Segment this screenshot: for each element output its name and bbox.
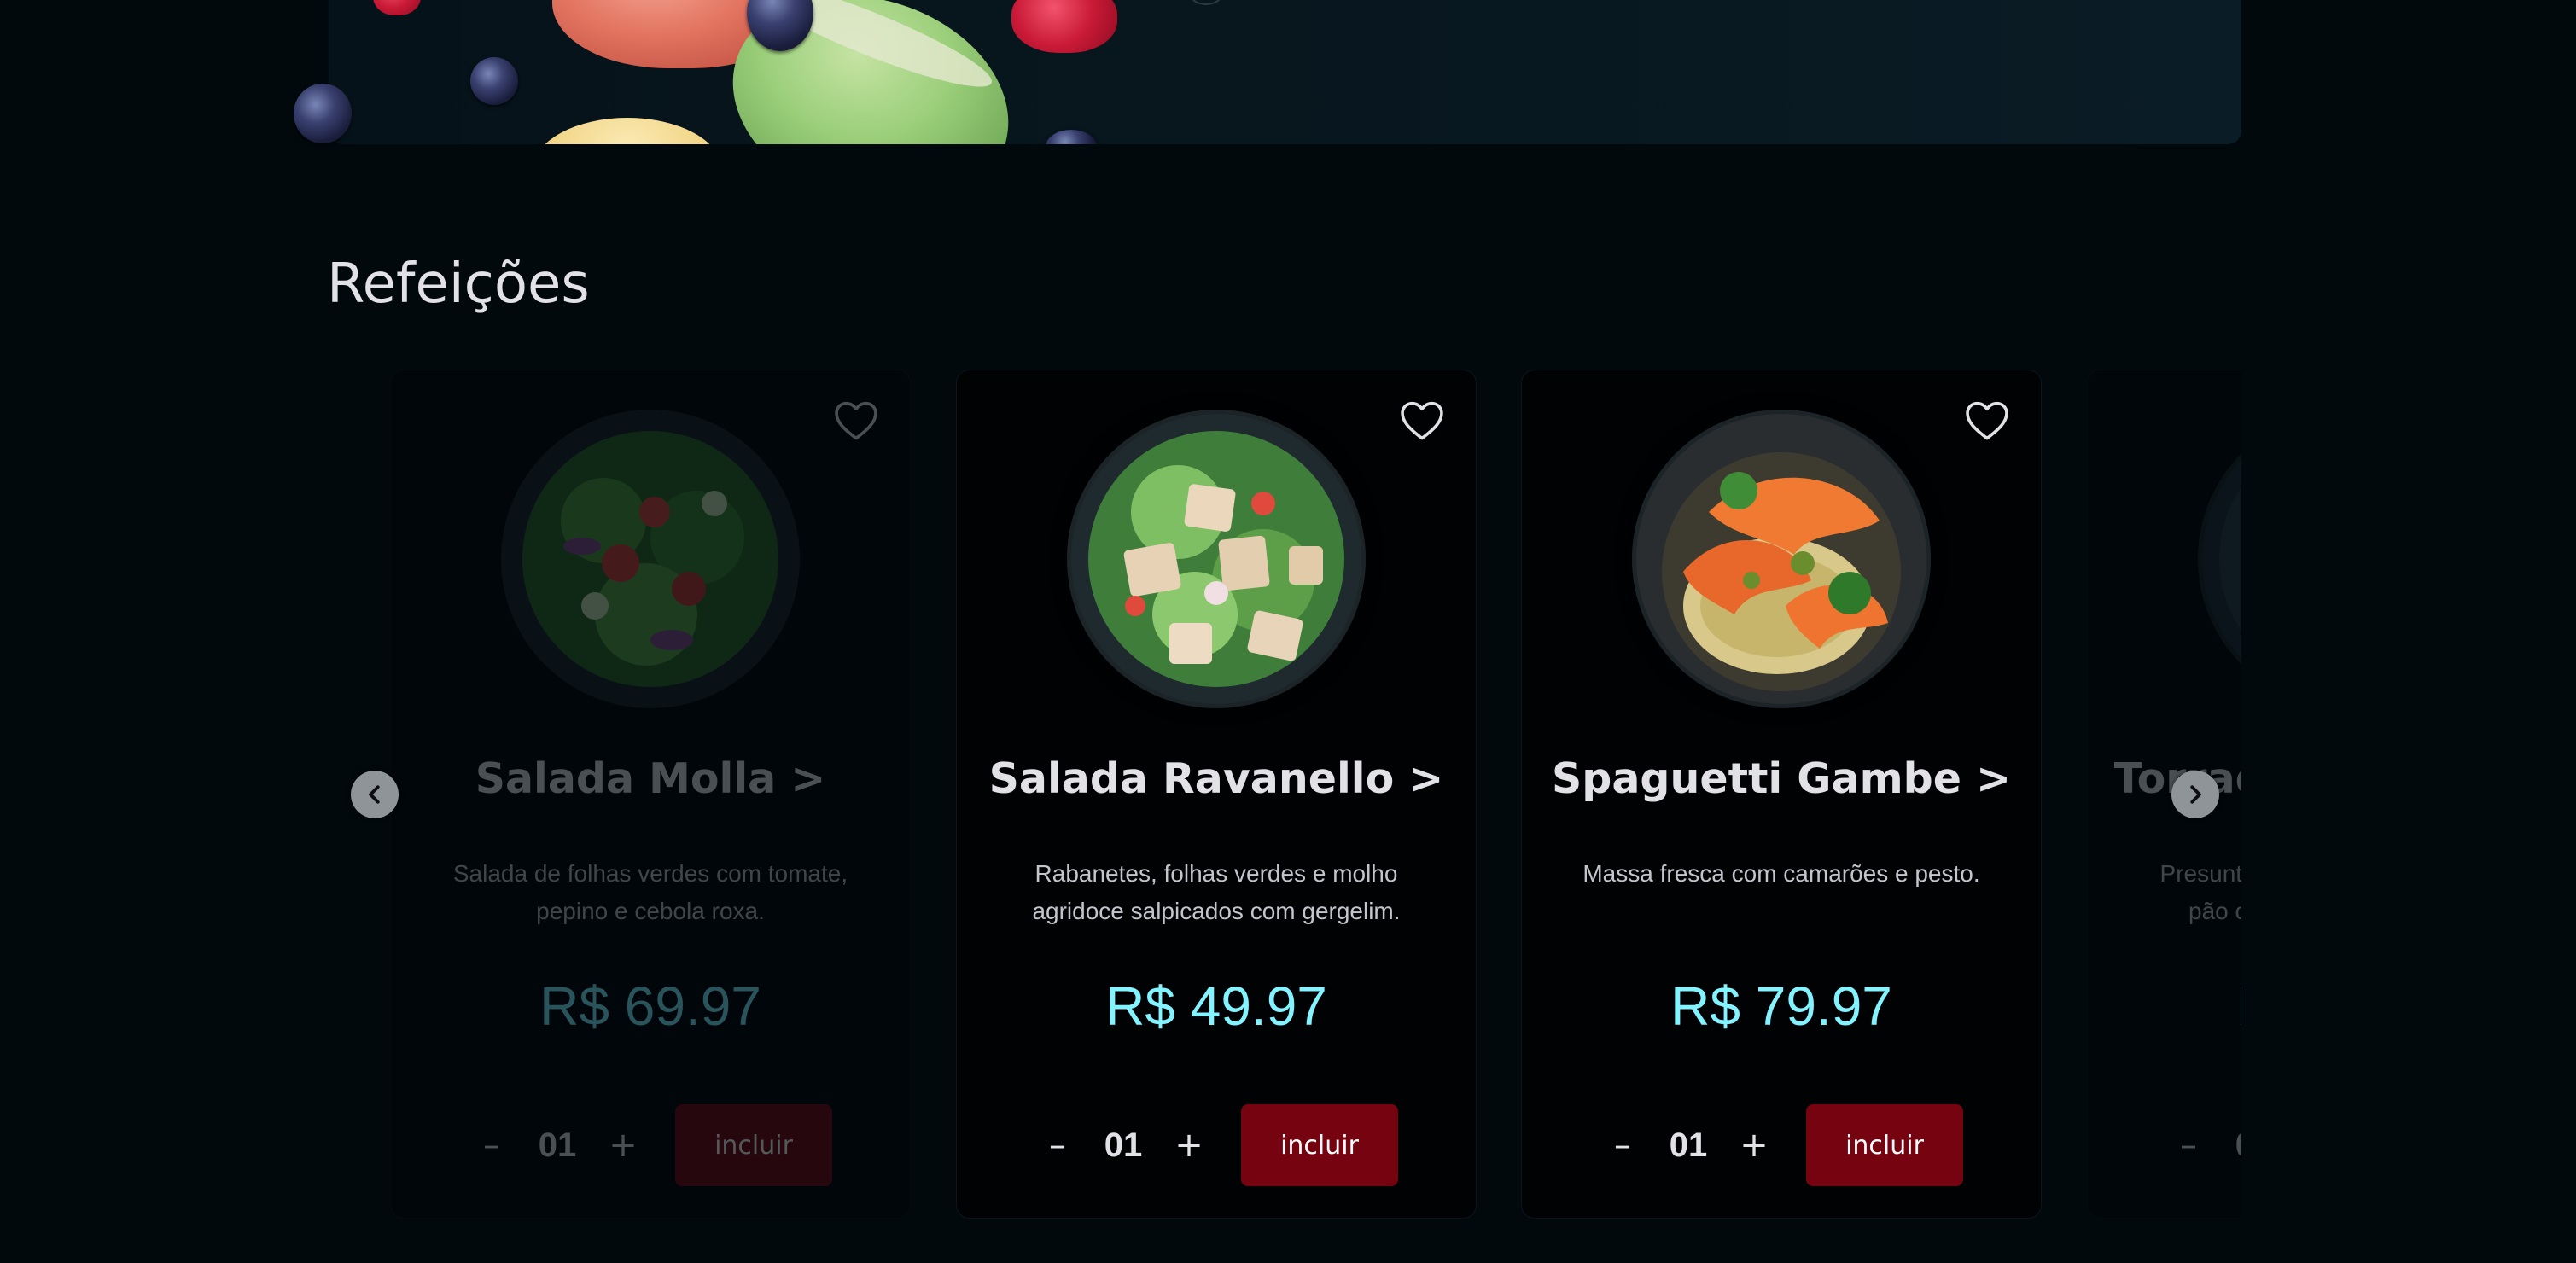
dish-title-link[interactable]: Spaguetti Gambe > (1522, 754, 2041, 803)
macaron-yellow-image (533, 118, 721, 144)
heart-outline-icon[interactable] (1397, 396, 1447, 445)
carousel-next-button[interactable] (2171, 771, 2219, 818)
dish-image[interactable] (1067, 410, 1366, 708)
increment-button[interactable]: + (600, 1122, 646, 1168)
dish-card: Salada Ravanello > Rabanetes, folhas ver… (956, 370, 1477, 1219)
include-button[interactable]: incluir (1241, 1104, 1398, 1186)
blueberry-image (294, 84, 352, 143)
quantity-controls: – 01 + incluir (391, 1104, 910, 1186)
quantity-value: 01 (1669, 1126, 1708, 1164)
quantity-controls: – 01 + incluir (2088, 1104, 2241, 1186)
dish-description: Salada de folhas verdes com tomate, pepi… (452, 860, 848, 924)
decrement-button[interactable]: – (1600, 1122, 1646, 1168)
dish-title-link[interactable]: Salada Ravanello > (957, 754, 1476, 803)
carousel-prev-button[interactable] (351, 771, 399, 818)
quantity-value: 01 (538, 1126, 577, 1164)
heart-outline-icon[interactable] (831, 396, 881, 445)
dish-description: Rabanetes, folhas verdes e molho agridoc… (1032, 860, 1401, 924)
dish-price: R$ 69.97 (539, 975, 761, 1037)
dish-price: R$ 25.97 (2088, 975, 2241, 1038)
blueberry-image (470, 57, 518, 105)
dish-card: Salada Molla > Salada de folhas verdes c… (390, 370, 911, 1219)
chevron-right-icon (2190, 785, 2201, 804)
decrement-button[interactable]: – (2165, 1122, 2212, 1168)
increment-button[interactable]: + (1166, 1122, 1212, 1168)
dish-description: Presunto de parma e rúcula em um pão com… (2159, 860, 2241, 924)
blueberry-image (1189, 0, 1223, 5)
heart-outline-icon[interactable] (1962, 396, 2012, 445)
quantity-value: 01 (1104, 1126, 1143, 1164)
meals-carousel: Salada Molla > Salada de folhas verdes c… (329, 363, 2241, 1225)
raspberry-image (373, 0, 421, 15)
dish-image[interactable] (501, 410, 800, 708)
dish-description: Massa fresca com camarões e pesto. (1582, 860, 1980, 887)
quantity-value: 01 (2212, 1126, 2241, 1165)
decrement-button[interactable]: – (469, 1122, 515, 1168)
dish-image[interactable] (2198, 410, 2241, 708)
chevron-left-icon (369, 785, 380, 804)
dish-price: R$ 49.97 (1105, 975, 1327, 1037)
increment-button[interactable]: + (1731, 1122, 1777, 1168)
section-title: Refeições (327, 253, 590, 316)
quantity-controls: – 01 + incluir (957, 1104, 1476, 1186)
raspberry-image (1011, 0, 1117, 53)
blueberry-image (1046, 130, 1097, 144)
include-button[interactable]: incluir (1806, 1104, 1963, 1186)
dish-price: R$ 79.97 (1670, 975, 1892, 1037)
hero-banner (329, 0, 2241, 144)
dish-image[interactable] (1632, 410, 1931, 708)
decrement-button[interactable]: – (1034, 1122, 1081, 1168)
quantity-controls: – 01 + incluir (1522, 1104, 2041, 1186)
dish-title-link[interactable]: Salada Molla > (391, 754, 910, 803)
include-button[interactable]: incluir (675, 1104, 832, 1186)
dish-card: Spaguetti Gambe > Massa fresca com camar… (1521, 370, 2042, 1219)
